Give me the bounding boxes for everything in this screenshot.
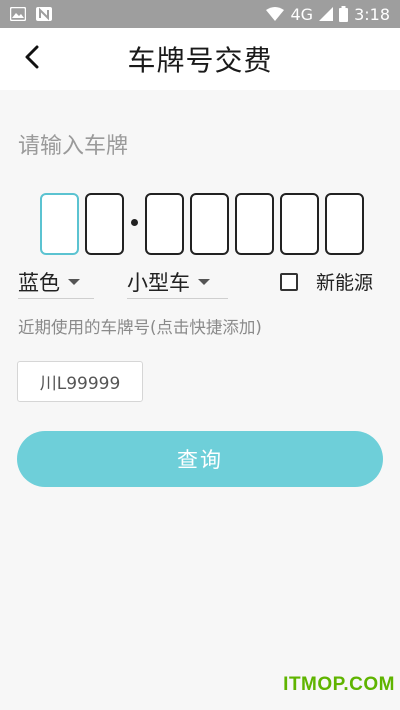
recent-plates-label: 近期使用的车牌号(点击快捷添加) <box>18 318 262 337</box>
battery-icon <box>339 6 349 22</box>
app-bar: 车牌号交费 <box>0 28 400 90</box>
plate-slot-2[interactable] <box>85 193 124 255</box>
watermark-logo: ITMOP.COM <box>283 674 395 695</box>
plate-separator-dot <box>131 219 138 226</box>
network-type: 4G <box>290 4 314 24</box>
chevron-left-icon <box>24 45 40 73</box>
status-time: 3:18 <box>354 4 390 24</box>
new-energy-checkbox[interactable] <box>280 272 298 291</box>
vehicle-type-value: 小型车 <box>127 270 190 295</box>
recent-plate-chip[interactable]: 川L99999 <box>17 361 143 402</box>
signal-icon <box>319 7 334 21</box>
caret-down-icon <box>198 278 210 285</box>
n-icon <box>36 7 52 21</box>
plate-slot-7[interactable] <box>325 193 364 255</box>
plate-prompt: 请输入车牌 <box>18 134 129 159</box>
page-title: 车牌号交费 <box>127 44 273 77</box>
plate-slot-5[interactable] <box>235 193 274 255</box>
caret-down-icon <box>68 278 80 285</box>
new-energy-toggle[interactable]: 新能源 <box>280 268 373 295</box>
plate-color-value: 蓝色 <box>18 270 60 295</box>
image-icon <box>10 7 26 21</box>
plate-slot-4[interactable] <box>190 193 229 255</box>
wifi-icon <box>266 7 285 21</box>
vehicle-type-select[interactable]: 小型车 <box>127 265 228 299</box>
query-button[interactable]: 查询 <box>17 431 383 487</box>
back-button[interactable] <box>14 40 50 78</box>
plate-slot-6[interactable] <box>280 193 319 255</box>
plate-slot-1[interactable] <box>40 193 79 255</box>
new-energy-label: 新能源 <box>316 272 374 294</box>
status-bar: 4G 3:18 <box>0 0 400 28</box>
plate-color-select[interactable]: 蓝色 <box>18 265 94 299</box>
plate-slot-3[interactable] <box>145 193 184 255</box>
